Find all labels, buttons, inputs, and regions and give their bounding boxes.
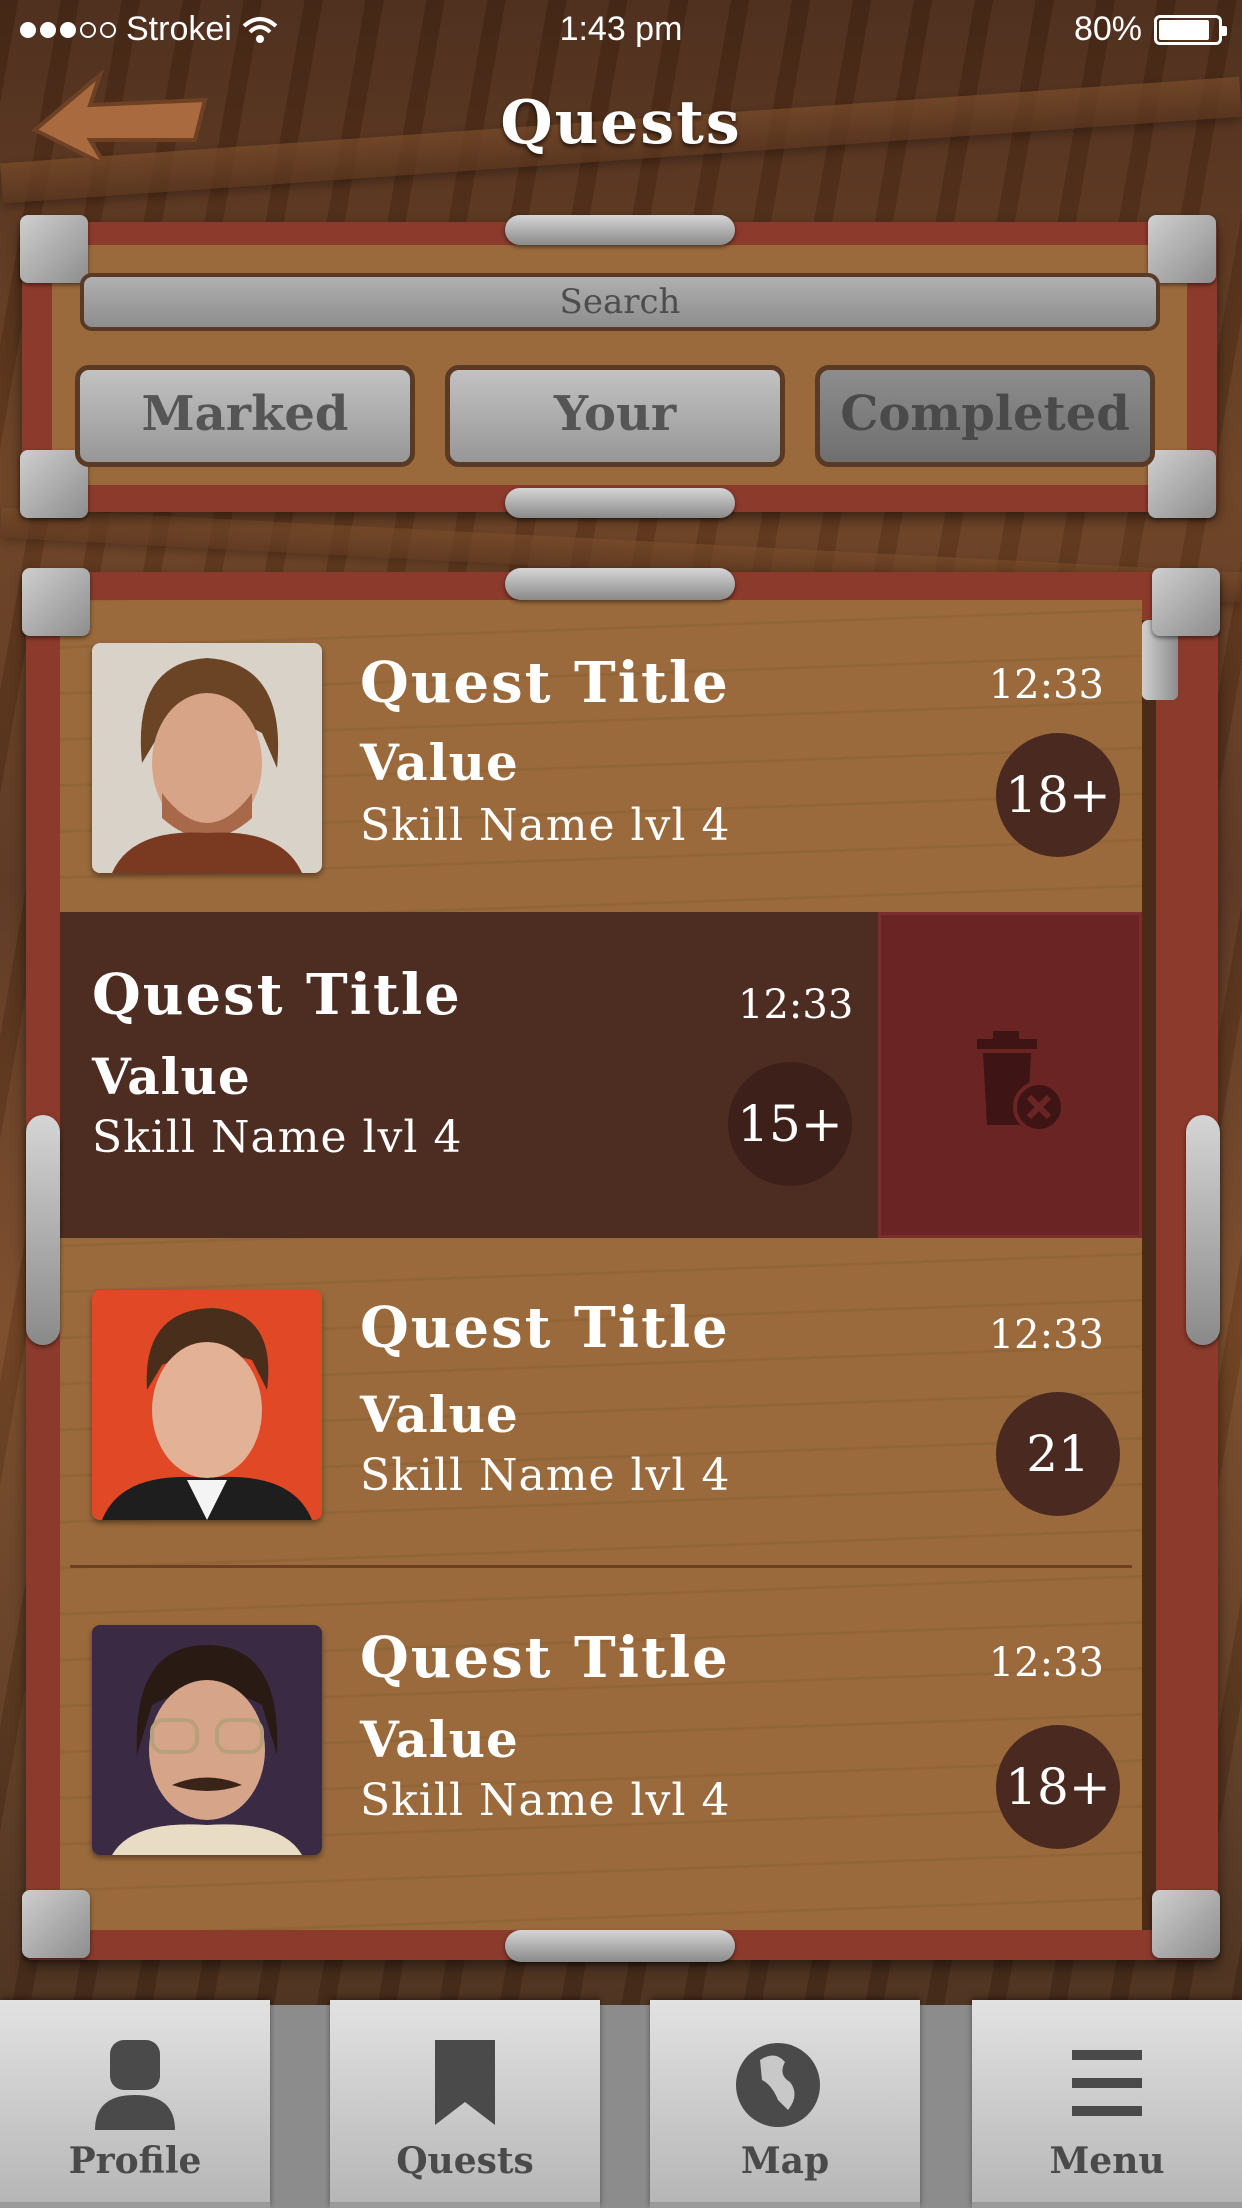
- page-title: Quests: [500, 88, 742, 158]
- metal-corner-bracket: [20, 215, 88, 283]
- quest-time: 12:33: [988, 662, 1104, 708]
- tab-label: Map: [740, 2140, 830, 2182]
- filter-marked-button[interactable]: Marked: [75, 365, 415, 467]
- quest-skill: Skill Name lvl 4: [360, 800, 731, 851]
- globe-icon: [736, 2043, 820, 2127]
- quest-title: Quest Title: [360, 1625, 730, 1691]
- age-rating-badge: 21: [996, 1392, 1120, 1516]
- metal-clip: [1186, 1115, 1220, 1345]
- quest-avatar: [92, 643, 322, 873]
- tab-label: Profile: [68, 2140, 202, 2182]
- bookmark-icon: [435, 2040, 495, 2125]
- metal-corner-bracket: [1152, 568, 1220, 636]
- quest-value: Value: [92, 1047, 251, 1106]
- quest-title: Quest Title: [360, 1295, 730, 1361]
- quest-title: Quest Title: [360, 650, 730, 716]
- quest-row[interactable]: Quest Title Value Skill Name lvl 4 12:33…: [60, 1240, 1142, 1565]
- quest-avatar: [92, 1290, 322, 1520]
- quest-row[interactable]: Quest Title Value Skill Name lvl 4 12:33…: [60, 600, 1142, 910]
- quest-value: Value: [360, 733, 519, 792]
- filter-completed-button[interactable]: Completed: [815, 365, 1155, 467]
- quest-avatar: [92, 1625, 322, 1855]
- metal-clip: [505, 1930, 735, 1962]
- metal-clip: [505, 215, 735, 245]
- age-rating-badge: 18+: [996, 1725, 1120, 1849]
- delete-button[interactable]: [878, 912, 1142, 1238]
- metal-corner-bracket: [1148, 215, 1216, 283]
- battery-icon: [1154, 14, 1227, 45]
- quest-value: Value: [360, 1385, 519, 1444]
- tab-label: Menu: [1049, 2140, 1165, 2182]
- quest-time: 12:33: [988, 1640, 1104, 1686]
- metal-clip: [505, 568, 735, 600]
- status-time: 1:43 pm: [559, 10, 683, 48]
- metal-corner-bracket: [1152, 1890, 1220, 1958]
- metal-corner-bracket: [1148, 450, 1216, 518]
- quest-time: 12:33: [988, 1312, 1104, 1358]
- trash-icon: [977, 1031, 1065, 1133]
- quest-title: Quest Title: [92, 962, 462, 1028]
- quest-skill: Skill Name lvl 4: [360, 1450, 731, 1501]
- tab-menu[interactable]: Menu: [972, 2000, 1242, 2208]
- battery-percent: 80%: [1073, 10, 1142, 48]
- tab-label: Quests: [396, 2140, 534, 2182]
- tab-map[interactable]: Map: [650, 2000, 920, 2208]
- search-input[interactable]: Search: [80, 273, 1160, 331]
- status-bar: Strokei 1:43 pm 80%: [0, 0, 1242, 62]
- age-rating-badge: 18+: [996, 733, 1120, 857]
- metal-clip: [26, 1115, 60, 1345]
- row-divider: [70, 1565, 1132, 1568]
- tab-quests[interactable]: Quests: [330, 2000, 600, 2208]
- metal-corner-bracket: [22, 568, 90, 636]
- person-icon: [95, 2040, 175, 2130]
- quest-time: 12:33: [738, 982, 854, 1028]
- quest-row[interactable]: Quest Title Value Skill Name lvl 4 12:33…: [60, 1570, 1142, 1900]
- hamburger-icon: [1072, 2050, 1142, 2116]
- age-rating-badge: 15+: [728, 1062, 852, 1186]
- quest-skill: Skill Name lvl 4: [360, 1775, 731, 1826]
- scrollbar-track[interactable]: [1142, 620, 1156, 1930]
- tab-profile[interactable]: Profile: [0, 2000, 270, 2208]
- quest-list[interactable]: Quest Title Value Skill Name lvl 4 12:33…: [60, 600, 1142, 1930]
- filter-your-button[interactable]: Your: [445, 365, 785, 467]
- metal-clip: [505, 488, 735, 518]
- quest-value: Value: [360, 1710, 519, 1769]
- quest-skill: Skill Name lvl 4: [92, 1112, 463, 1163]
- metal-corner-bracket: [22, 1890, 90, 1958]
